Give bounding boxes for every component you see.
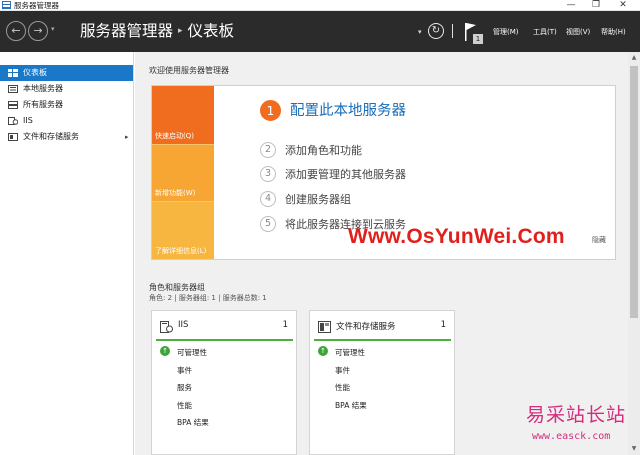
- step-link[interactable]: 添加角色和功能: [285, 143, 362, 158]
- role-card-iis[interactable]: IIS 1 ↑ 可管理性 事件 服务 性能 BPA 结果: [151, 310, 297, 455]
- corner-watermark: 易采站长站 www.easck.com: [520, 400, 640, 455]
- servers-icon: [8, 101, 18, 109]
- sidebar-item-iis[interactable]: IIS: [0, 113, 133, 129]
- sidebar-item-label: 本地服务器: [23, 84, 63, 93]
- tile-whats-new[interactable]: 新增功能(W): [152, 144, 214, 201]
- card-count: 1: [440, 320, 446, 330]
- card-row-manageability[interactable]: 可管理性: [177, 347, 207, 358]
- card-title[interactable]: 文件和存储服务: [336, 320, 396, 332]
- step-number: 4: [260, 191, 276, 207]
- maximize-button[interactable]: ❐: [586, 0, 606, 11]
- card-status-bar: [314, 339, 451, 341]
- card-row-bpa[interactable]: BPA 结果: [335, 400, 367, 411]
- card-title[interactable]: IIS: [178, 320, 188, 330]
- step-number: 3: [260, 166, 276, 182]
- scroll-thumb[interactable]: [630, 66, 638, 318]
- history-dropdown-icon[interactable]: ▾: [51, 25, 55, 33]
- step-link[interactable]: 创建服务器组: [285, 192, 351, 207]
- back-button[interactable]: ←: [6, 21, 26, 41]
- breadcrumb-root[interactable]: 服务器管理器: [80, 22, 173, 40]
- step-link[interactable]: 添加要管理的其他服务器: [285, 167, 406, 182]
- server-icon: [8, 85, 18, 93]
- roles-section-title: 角色和服务器组: [149, 283, 205, 292]
- server-manager-app-icon: [2, 1, 11, 9]
- iis-icon: [160, 321, 173, 333]
- watermark-site-url: www.easck.com: [532, 431, 611, 442]
- card-row-performance[interactable]: 性能: [335, 382, 350, 393]
- tile-label: 了解详细信息(L): [155, 247, 207, 255]
- minimize-button[interactable]: —: [561, 0, 581, 11]
- sidebar-item-local-server[interactable]: 本地服务器: [0, 81, 133, 97]
- window-titlebar: 服务器管理器 — ❐ ✕: [0, 0, 640, 11]
- sidebar: 仪表板 本地服务器 所有服务器 IIS 文件和存储服务 ▸: [0, 52, 134, 455]
- dashboard-content: 欢迎使用服务器管理器 快速启动(Q) 新增功能(W) 了解详细信息(L) 1 配…: [135, 52, 628, 455]
- header-divider: [452, 24, 453, 38]
- step-number: 5: [260, 216, 276, 232]
- tile-learn-more[interactable]: 了解详细信息(L): [152, 201, 214, 259]
- ok-check-icon: ↑: [318, 346, 328, 356]
- sidebar-item-all-servers[interactable]: 所有服务器: [0, 97, 133, 113]
- breadcrumb-separator-icon: ▸: [178, 26, 183, 36]
- menu-manage[interactable]: 管理(M): [493, 27, 519, 37]
- role-card-file-storage[interactable]: 文件和存储服务 1 ↑ 可管理性 事件 性能 BPA 结果: [309, 310, 455, 455]
- vertical-scrollbar[interactable]: ▲ ▼: [628, 52, 640, 455]
- menu-help[interactable]: 帮助(H): [601, 27, 626, 37]
- expand-arrow-icon[interactable]: ▸: [125, 129, 129, 145]
- menu-view[interactable]: 视图(V): [566, 27, 590, 37]
- storage-icon: [8, 133, 18, 141]
- card-row-manageability[interactable]: 可管理性: [335, 347, 365, 358]
- step-number: 1: [260, 100, 281, 121]
- card-row-services[interactable]: 服务: [177, 382, 192, 393]
- scroll-up-icon[interactable]: ▲: [628, 52, 640, 64]
- sidebar-item-label: 文件和存储服务: [23, 132, 79, 141]
- refresh-icon[interactable]: ↻: [428, 23, 444, 39]
- card-row-events[interactable]: 事件: [177, 365, 192, 376]
- watermark-site-name: 易采站长站: [526, 404, 627, 426]
- breadcrumb: 服务器管理器 ▸ 仪表板: [80, 21, 234, 41]
- ok-check-icon: ↑: [160, 346, 170, 356]
- step-link[interactable]: 配置此本地服务器: [290, 101, 406, 121]
- step-number: 2: [260, 142, 276, 158]
- tile-quick-start[interactable]: 快速启动(Q): [152, 86, 214, 144]
- iis-icon: [8, 117, 18, 125]
- card-count: 1: [282, 320, 288, 330]
- app-header: ← → ▾ 服务器管理器 ▸ 仪表板 ▾ ↻ 1 管理(M) 工具(T) 视图(V)…: [0, 11, 640, 52]
- card-status-bar: [156, 339, 293, 341]
- welcome-title: 欢迎使用服务器管理器: [149, 66, 229, 75]
- dashboard-icon: [8, 69, 18, 77]
- forward-button[interactable]: →: [28, 21, 48, 41]
- breadcrumb-current: 仪表板: [187, 22, 235, 40]
- sidebar-item-label: 所有服务器: [23, 100, 63, 109]
- card-row-events[interactable]: 事件: [335, 365, 350, 376]
- menu-tools[interactable]: 工具(T): [533, 27, 557, 37]
- card-row-bpa[interactable]: BPA 结果: [177, 417, 209, 428]
- window-title: 服务器管理器: [14, 1, 59, 10]
- notifications-flag[interactable]: 1: [463, 22, 483, 44]
- hide-welcome-link[interactable]: 隐藏: [592, 235, 606, 245]
- notification-count-badge: 1: [473, 34, 483, 44]
- sidebar-item-label: IIS: [23, 116, 33, 125]
- close-button[interactable]: ✕: [613, 0, 633, 11]
- refresh-dropdown-icon[interactable]: ▾: [418, 28, 422, 36]
- storage-icon: [318, 321, 331, 333]
- sidebar-item-dashboard[interactable]: 仪表板: [0, 65, 133, 81]
- sidebar-item-label: 仪表板: [23, 68, 47, 77]
- card-row-performance[interactable]: 性能: [177, 400, 192, 411]
- watermark-text: Www.OsYunWei.Com: [348, 225, 565, 248]
- roles-summary: 角色: 2 | 服务器组: 1 | 服务器总数: 1: [149, 294, 267, 302]
- tile-label: 新增功能(W): [155, 189, 196, 197]
- tile-label: 快速启动(Q): [155, 132, 194, 140]
- sidebar-item-file-storage[interactable]: 文件和存储服务 ▸: [0, 129, 133, 145]
